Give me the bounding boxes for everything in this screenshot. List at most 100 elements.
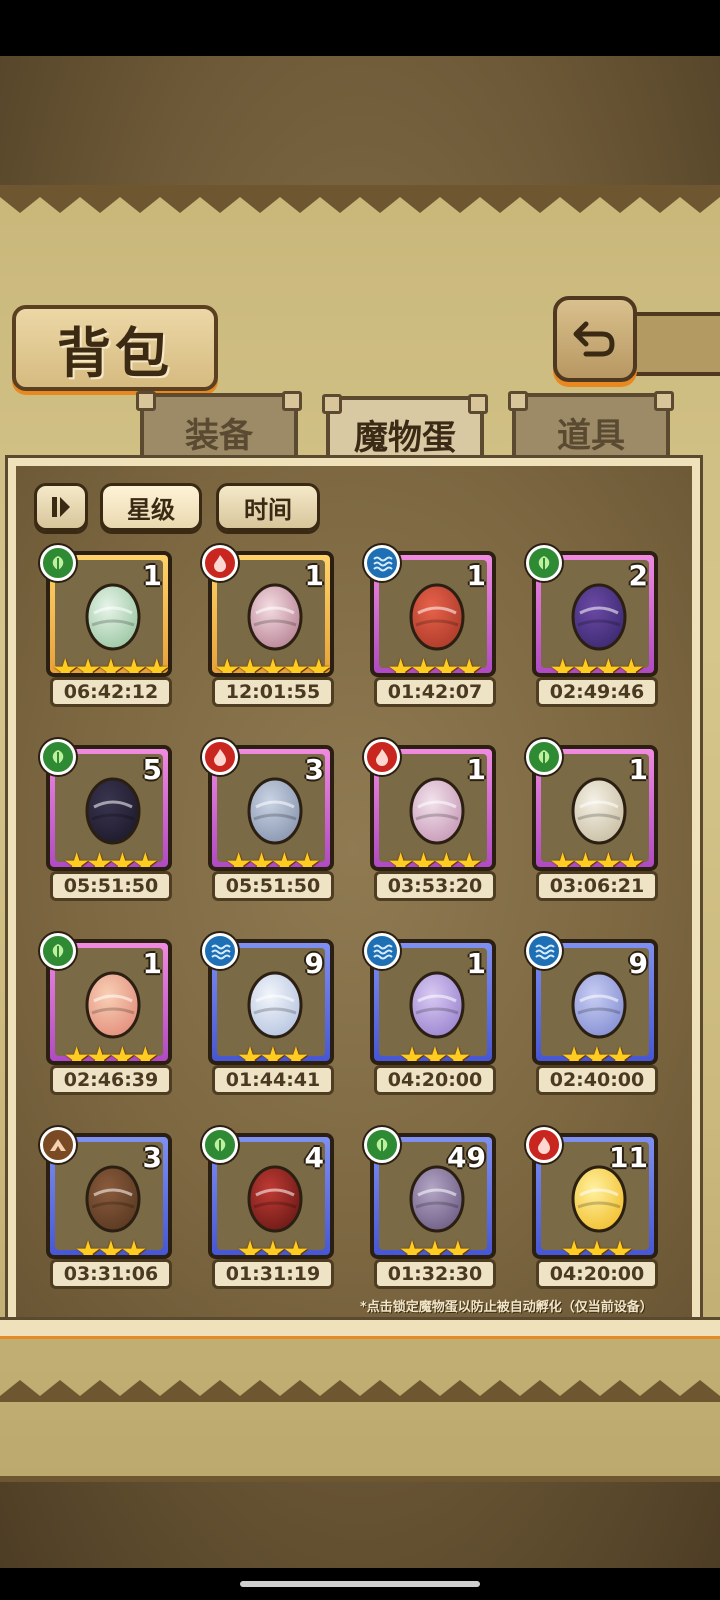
star-icon: ★ — [606, 1235, 633, 1259]
leaf-element-icon — [526, 545, 562, 581]
star-icon: ★ — [225, 847, 252, 871]
star-icon: ★ — [282, 653, 309, 677]
star-icon: ★ — [398, 1235, 426, 1259]
egg-count: 2 — [628, 559, 648, 592]
fire-element-icon — [202, 545, 238, 581]
star-icon: ★ — [410, 653, 437, 677]
tab-equipment[interactable]: 装备 — [136, 391, 302, 467]
star-rating: ★ ★ ★ ★ — [384, 653, 483, 677]
star-icon: ★ — [410, 847, 437, 871]
monster-egg-slot[interactable]: 1 ★ ★ ★ ★ ★ 06:42:12 — [40, 545, 180, 715]
fire-element-icon — [364, 739, 400, 775]
monster-egg-slot[interactable]: 4 ★ ★ ★ 01:31:19 — [202, 1127, 342, 1297]
hatch-timer: 03:53:20 — [374, 871, 496, 901]
star-icon: ★ — [120, 1235, 147, 1259]
egg-count: 5 — [142, 753, 162, 786]
star-icon: ★ — [560, 1235, 588, 1259]
star-rating: ★ ★ ★ ★ — [60, 1041, 159, 1065]
monster-egg-slot[interactable]: 3 ★ ★ ★ 03:31:06 — [40, 1127, 180, 1297]
star-icon: ★ — [109, 1041, 136, 1065]
star-icon: ★ — [444, 1235, 471, 1259]
star-icon: ★ — [131, 1041, 159, 1065]
star-icon: ★ — [617, 653, 645, 677]
tab-equipment-label: 装备 — [185, 415, 253, 456]
star-rating: ★ ★ ★ ★ — [384, 847, 483, 871]
hatch-timer: 01:32:30 — [374, 1259, 496, 1289]
star-icon: ★ — [398, 1041, 426, 1065]
star-icon: ★ — [455, 653, 483, 677]
monster-egg-slot[interactable]: 1 ★ ★ ★ ★ 01:42:07 — [364, 545, 504, 715]
star-icon: ★ — [421, 1041, 449, 1065]
status-bar — [0, 0, 720, 56]
star-rating: ★ ★ ★ — [60, 1235, 158, 1259]
star-icon: ★ — [444, 1041, 471, 1065]
monster-egg-slot[interactable]: 3 ★ ★ ★ ★ 05:51:50 — [202, 739, 342, 909]
egg-count: 1 — [304, 559, 324, 592]
egg-count: 9 — [304, 947, 324, 980]
egg-count: 3 — [142, 1141, 162, 1174]
egg-count: 1 — [466, 947, 486, 980]
leaf-element-icon — [364, 1127, 400, 1163]
monster-egg-slot[interactable]: 1 ★ ★ ★ ★ 02:46:39 — [40, 933, 180, 1103]
star-icon: ★ — [595, 653, 622, 677]
leaf-element-icon — [202, 1127, 238, 1163]
star-icon: ★ — [583, 1235, 611, 1259]
back-button-rail — [630, 312, 720, 376]
star-icon: ★ — [213, 653, 241, 677]
fire-element-icon — [526, 1127, 562, 1163]
hatch-timer: 02:40:00 — [536, 1065, 658, 1095]
egg-count: 1 — [628, 753, 648, 786]
star-rating: ★ ★ ★ ★ — [222, 847, 321, 871]
egg-count: 49 — [447, 1141, 486, 1174]
sort-by-time-button[interactable]: 时间 — [216, 483, 320, 531]
star-icon: ★ — [595, 847, 622, 871]
water-element-icon — [202, 933, 238, 969]
monster-egg-slot[interactable]: 1 ★ ★ ★ ★ 03:06:21 — [526, 739, 666, 909]
hatch-timer: 04:20:00 — [374, 1065, 496, 1095]
tab-items-label: 道具 — [557, 415, 625, 456]
sort-toggle-button[interactable] — [34, 483, 88, 531]
star-icon: ★ — [51, 653, 79, 677]
lock-hint-text: *点击锁定魔物蛋以防止被自动孵化（仅当前设备） — [360, 1300, 653, 1315]
egg-count: 11 — [609, 1141, 648, 1174]
hatch-timer: 01:42:07 — [374, 677, 496, 707]
egg-count: 1 — [142, 559, 162, 592]
monster-egg-slot[interactable]: 5 ★ ★ ★ ★ 05:51:50 — [40, 739, 180, 909]
monster-egg-slot[interactable]: 9 ★ ★ ★ 02:40:00 — [526, 933, 666, 1103]
star-rating: ★ ★ ★ ★ ★ — [214, 653, 330, 677]
star-icon: ★ — [572, 653, 599, 677]
monster-egg-slot[interactable]: 11 ★ ★ ★ 04:20:00 — [526, 1127, 666, 1297]
star-icon: ★ — [549, 847, 576, 871]
monster-egg-slot[interactable]: 49 ★ ★ ★ 01:32:30 — [364, 1127, 504, 1297]
hatch-timer: 02:49:46 — [536, 677, 658, 707]
hatch-timer: 06:42:12 — [50, 677, 172, 707]
top-torn-edge — [0, 191, 720, 213]
star-icon: ★ — [63, 1041, 90, 1065]
sort-by-time-label: 时间 — [244, 495, 292, 524]
star-icon: ★ — [387, 847, 414, 871]
star-icon: ★ — [606, 1041, 633, 1065]
title-plate: 背包 — [12, 305, 218, 391]
home-indicator[interactable] — [240, 1581, 480, 1587]
leaf-element-icon — [40, 739, 76, 775]
leaf-element-icon — [40, 933, 76, 969]
tab-items[interactable]: 道具 — [508, 391, 674, 467]
monster-egg-slot[interactable]: 9 ★ ★ ★ 01:44:41 — [202, 933, 342, 1103]
hatch-timer: 01:31:19 — [212, 1259, 334, 1289]
star-icon: ★ — [86, 1041, 113, 1065]
leaf-element-icon — [526, 739, 562, 775]
monster-egg-slot[interactable]: 1 ★ ★ ★ ★ 03:53:20 — [364, 739, 504, 909]
egg-count: 3 — [304, 753, 324, 786]
star-icon: ★ — [572, 847, 599, 871]
back-button[interactable] — [553, 296, 637, 382]
earth-element-icon — [40, 1127, 76, 1163]
monster-egg-slot[interactable]: 1 ★ ★ ★ ★ ★ 12:01:55 — [202, 545, 342, 715]
leaf-element-icon — [40, 545, 76, 581]
hatch-timer: 03:31:06 — [50, 1259, 172, 1289]
monster-egg-slot[interactable]: 1 ★ ★ ★ 04:20:00 — [364, 933, 504, 1103]
star-icon: ★ — [120, 653, 147, 677]
water-element-icon — [364, 545, 400, 581]
monster-egg-slot[interactable]: 2 ★ ★ ★ ★ 02:49:46 — [526, 545, 666, 715]
sort-by-star-button[interactable]: 星级 — [100, 483, 202, 531]
star-icon: ★ — [549, 653, 576, 677]
